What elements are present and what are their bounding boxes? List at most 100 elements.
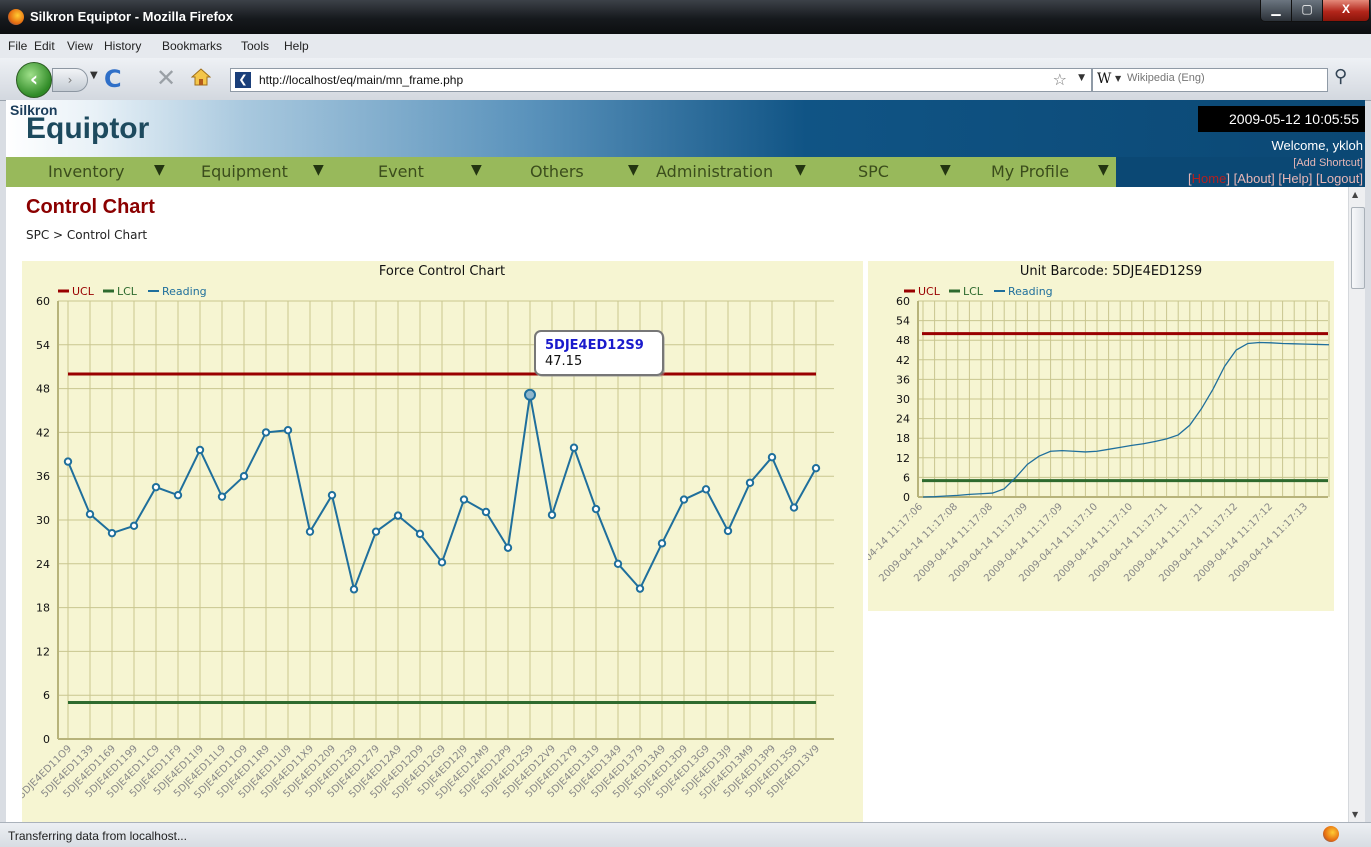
logo-equiptor: Equiptor: [26, 112, 150, 145]
data-point: [107, 528, 117, 538]
data-point: [305, 527, 315, 536]
url-dropdown-icon[interactable]: ▼: [1078, 73, 1085, 83]
y-tick-label: 36: [36, 470, 50, 483]
y-tick-label: 24: [36, 558, 50, 571]
tooltip-value: 47.15: [545, 354, 582, 369]
page-title: Control Chart: [26, 196, 155, 218]
data-point: [547, 510, 557, 520]
maximize-button[interactable]: ▢: [1291, 0, 1323, 22]
data-point: [437, 558, 447, 567]
logout-link[interactable]: Logout: [1320, 171, 1360, 186]
legend-ucl-label: UCL: [918, 285, 941, 298]
menu-file[interactable]: File: [8, 39, 27, 53]
nav-inventory[interactable]: Inventory: [48, 162, 124, 181]
search-magnifier-icon[interactable]: ⚲: [1334, 66, 1347, 87]
top-links-row: [Home] [About] [Help] [Logout]: [1188, 171, 1363, 186]
data-point: [261, 428, 271, 437]
scroll-down-arrow-icon[interactable]: ▼: [1352, 810, 1358, 819]
data-point: [635, 584, 645, 593]
status-bar: Transferring data from localhost...: [0, 822, 1371, 847]
search-input[interactable]: [1127, 72, 1317, 84]
main-nav: Inventory ▼ Equipment ▼ Event ▼ Others ▼…: [6, 157, 1116, 187]
add-shortcut-link[interactable]: [Add Shortcut]: [1293, 157, 1363, 169]
menu-help[interactable]: Help: [284, 39, 309, 53]
nav-equipment-arrow-icon[interactable]: ▼: [313, 162, 324, 178]
vertical-scrollbar[interactable]: ▲ ▼: [1348, 187, 1365, 822]
legend-reading-label: Reading: [162, 285, 207, 298]
app-header: Silkron Equiptor 2009-05-12 10:05:55 Wel…: [6, 100, 1365, 157]
datetime-display: 2009-05-12 10:05:55: [1198, 106, 1365, 132]
search-bar[interactable]: W ▼: [1092, 68, 1328, 92]
nav-equipment[interactable]: Equipment: [201, 162, 288, 181]
data-point: [283, 426, 293, 435]
y-tick-label: 42: [36, 426, 50, 439]
data-point: [591, 504, 601, 514]
menu-tools[interactable]: Tools: [241, 39, 269, 53]
home-link[interactable]: Home: [1192, 171, 1227, 186]
reading-series-line: [922, 341, 1330, 498]
top-links: [Add Shortcut] [Home] [About] [Help] [Lo…: [1116, 157, 1365, 187]
data-point: [811, 463, 821, 473]
url-input[interactable]: [259, 71, 1019, 88]
data-point: [503, 543, 513, 552]
data-point: [701, 485, 711, 494]
window-title: Silkron Equiptor - Mozilla Firefox: [30, 9, 233, 24]
browser-window: Silkron Equiptor - Mozilla Firefox ▁ ▢ X…: [0, 0, 1371, 847]
y-tick-label: 30: [896, 393, 910, 406]
data-point: [195, 445, 205, 455]
nav-my-profile[interactable]: My Profile: [991, 162, 1069, 181]
y-tick-label: 24: [896, 413, 910, 426]
history-dropdown-icon[interactable]: ▼: [90, 70, 98, 81]
data-point: [613, 559, 623, 568]
menu-view[interactable]: View: [67, 39, 93, 53]
content-area: Control Chart SPC > Control Chart Force …: [6, 187, 1348, 822]
y-tick-label: 0: [43, 733, 50, 746]
y-tick-label: 18: [36, 602, 50, 615]
wikipedia-icon[interactable]: W: [1097, 71, 1111, 87]
nav-administration-arrow-icon[interactable]: ▼: [795, 162, 806, 178]
nav-spc-arrow-icon[interactable]: ▼: [940, 162, 951, 178]
data-point: [569, 443, 579, 452]
legend-lcl-label: LCL: [117, 285, 138, 298]
data-point: [151, 482, 161, 492]
nav-administration[interactable]: Administration: [656, 162, 773, 181]
stop-icon[interactable]: ✕: [156, 64, 176, 92]
bookmark-star-icon[interactable]: ☆: [1053, 70, 1067, 89]
legend-lcl-label: LCL: [963, 285, 984, 298]
nav-event[interactable]: Event: [378, 162, 424, 181]
y-tick-label: 48: [896, 334, 910, 347]
status-text: Transferring data from localhost...: [8, 829, 187, 843]
nav-others-arrow-icon[interactable]: ▼: [628, 162, 639, 178]
scroll-thumb[interactable]: [1351, 207, 1365, 289]
nav-others[interactable]: Others: [530, 162, 584, 181]
breadcrumb: SPC > Control Chart: [26, 228, 148, 242]
search-engine-dropdown-icon[interactable]: ▼: [1115, 74, 1121, 83]
nav-event-arrow-icon[interactable]: ▼: [471, 162, 482, 178]
about-link[interactable]: About: [1237, 171, 1271, 186]
forward-button[interactable]: ›: [52, 68, 88, 92]
data-point: [657, 539, 667, 548]
reload-icon[interactable]: C: [104, 65, 122, 93]
minimize-button[interactable]: ▁: [1260, 0, 1292, 22]
help-link[interactable]: Help: [1282, 171, 1309, 186]
unit-barcode-chart: Unit Barcode: 5DJE4ED12S9 UCL LCL Reading 0 6…: [868, 261, 1334, 611]
data-point: [745, 478, 755, 487]
nav-inventory-arrow-icon[interactable]: ▼: [154, 162, 165, 178]
back-button[interactable]: ‹: [16, 62, 52, 98]
scroll-up-arrow-icon[interactable]: ▲: [1352, 190, 1358, 199]
url-bar[interactable]: ❮ ☆ ▼: [230, 68, 1092, 92]
title-bar: Silkron Equiptor - Mozilla Firefox ▁ ▢ X: [0, 0, 1371, 34]
data-point: [239, 472, 249, 481]
close-button[interactable]: X: [1322, 0, 1370, 22]
y-tick-label: 60: [36, 295, 50, 308]
data-point: [679, 495, 689, 504]
nav-spc[interactable]: SPC: [858, 162, 889, 181]
menu-history[interactable]: History: [104, 39, 141, 53]
data-point: [327, 490, 337, 500]
y-tick-label: 0: [903, 491, 910, 504]
home-icon[interactable]: [191, 67, 211, 87]
menu-bookmarks[interactable]: Bookmarks: [162, 39, 222, 53]
menu-edit[interactable]: Edit: [34, 39, 55, 53]
nav-my-profile-arrow-icon[interactable]: ▼: [1098, 162, 1109, 178]
data-point: [217, 492, 227, 501]
